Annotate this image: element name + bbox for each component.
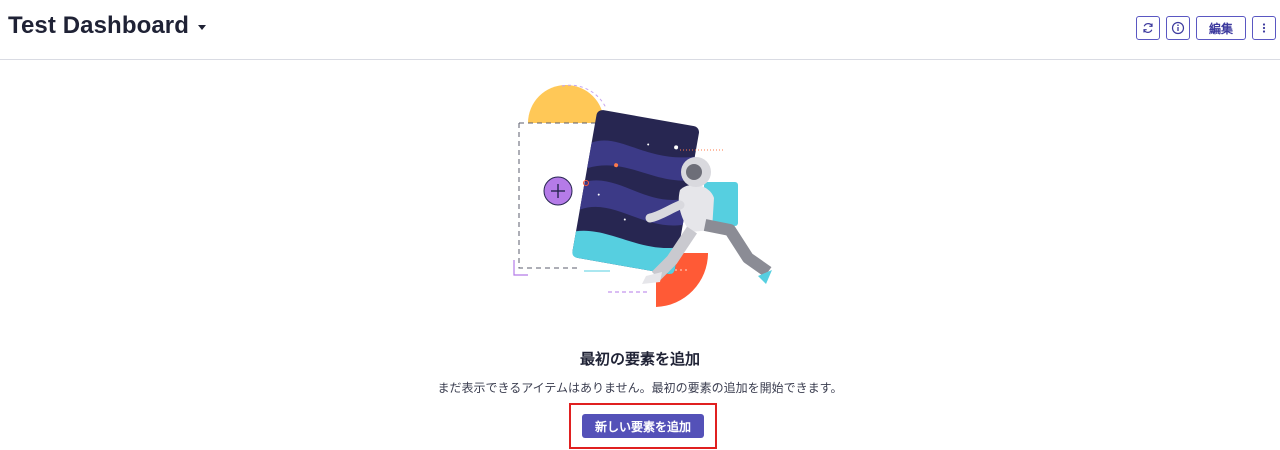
dashboard-title-dropdown[interactable]: Test Dashboard xyxy=(8,12,206,40)
refresh-button[interactable] xyxy=(1135,16,1160,40)
empty-state-illustration xyxy=(513,84,772,307)
dashboard-title: Test Dashboard xyxy=(8,12,189,39)
empty-state-title: 最初の要素を追加 xyxy=(579,350,700,368)
empty-state-description: まだ表示できるアイテムはありません。最初の要素の追加を開始できます。 xyxy=(437,381,843,395)
edit-button[interactable]: 編集 xyxy=(1195,16,1246,40)
header-actions: 編集 xyxy=(1135,16,1276,40)
info-icon xyxy=(1171,21,1185,35)
info-button[interactable] xyxy=(1165,16,1190,40)
add-plus-circle xyxy=(543,176,573,206)
dashboard-header: Test Dashboard 編集 xyxy=(0,0,1280,60)
add-new-element-button[interactable]: 新しい要素を追加 xyxy=(582,414,704,438)
more-options-button[interactable] xyxy=(1252,16,1276,40)
yellow-semicircle xyxy=(528,85,604,123)
refresh-icon xyxy=(1143,23,1153,33)
caret-down-icon xyxy=(198,25,206,30)
more-vertical-icon xyxy=(1262,23,1266,33)
